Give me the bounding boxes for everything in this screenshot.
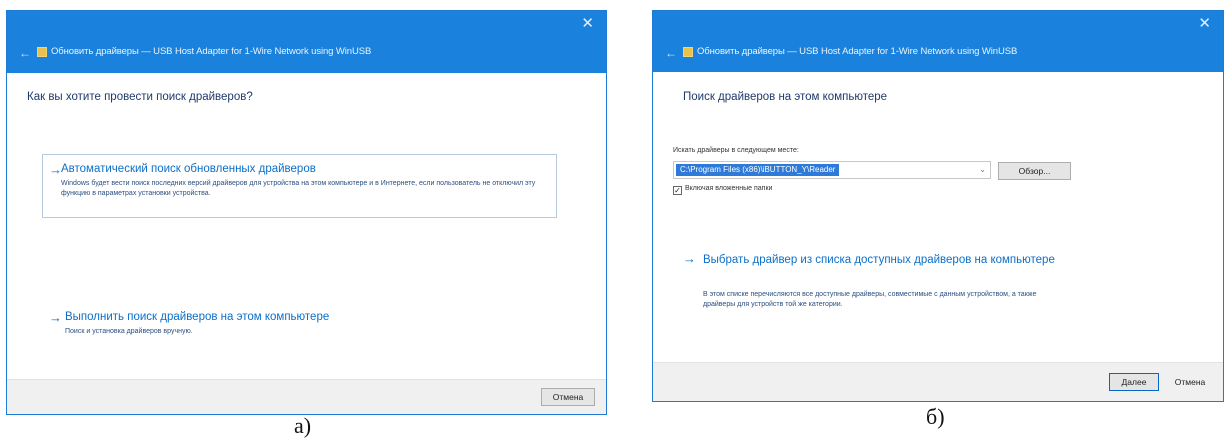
device-icon	[37, 47, 47, 57]
cancel-button[interactable]: Отмена	[1165, 373, 1215, 391]
auto-search-description: Windows будет вести поиск последних верс…	[61, 180, 536, 197]
dialog-b-window: ✕ ← Обновить драйверы — USB Host Adapter…	[652, 10, 1224, 402]
back-arrow-icon[interactable]: ←	[19, 47, 31, 59]
dialog-b-titlebar: ✕ ← Обновить драйверы — USB Host Adapter…	[653, 11, 1223, 72]
dialog-b-footer: Далее Отмена	[653, 362, 1223, 401]
window-title: Обновить драйверы — USB Host Adapter for…	[51, 46, 372, 57]
page-heading: Как вы хотите провести поиск драйверов?	[27, 91, 253, 103]
caption-b: б)	[926, 404, 945, 429]
path-combobox[interactable]: C:\Program Files (x86)\iBUTTON_Y\Reader …	[673, 161, 991, 179]
arrow-right-icon: →	[683, 251, 696, 266]
close-icon[interactable]: ✕	[1198, 16, 1211, 31]
browse-button[interactable]: Обзор...	[998, 162, 1071, 180]
window-title: Обновить драйверы — USB Host Adapter for…	[697, 46, 1018, 57]
dialog-a-titlebar: ✕ ← Обновить драйверы — USB Host Adapter…	[7, 11, 606, 73]
dialog-a-window: ✕ ← Обновить драйверы — USB Host Adapter…	[6, 10, 607, 415]
search-location-label: Искать драйверы в следующем месте:	[673, 147, 799, 154]
pick-driver-option[interactable]: → Выбрать драйвер из списка доступных др…	[683, 252, 1103, 312]
dialog-a-footer: Отмена	[7, 379, 606, 414]
manual-search-option[interactable]: → Выполнить поиск драйверов на этом комп…	[49, 311, 559, 351]
include-subfolders-checkbox[interactable]: ✓	[673, 186, 682, 195]
back-arrow-icon[interactable]: ←	[665, 47, 677, 59]
path-value: C:\Program Files (x86)\iBUTTON_Y\Reader	[676, 164, 840, 176]
cancel-button[interactable]: Отмена	[541, 388, 595, 406]
manual-search-title: Выполнить поиск драйверов на этом компью…	[65, 311, 330, 323]
device-icon	[683, 47, 693, 57]
include-subfolders-label: Включая вложенные папки	[685, 185, 773, 192]
pick-driver-description: В этом списке перечисляются все доступны…	[703, 291, 1037, 308]
auto-search-title: Автоматический поиск обновленных драйвер…	[61, 163, 316, 175]
next-button[interactable]: Далее	[1109, 373, 1159, 391]
manual-search-description: Поиск и установка драйверов вручную.	[65, 328, 193, 335]
chevron-down-icon[interactable]: ⌄	[979, 165, 986, 174]
auto-search-option[interactable]: → Автоматический поиск обновленных драйв…	[42, 154, 557, 218]
page-heading: Поиск драйверов на этом компьютере	[683, 91, 888, 103]
pick-driver-title: Выбрать драйвер из списка доступных драй…	[703, 254, 1055, 266]
close-icon[interactable]: ✕	[581, 16, 594, 31]
caption-a: а)	[294, 413, 312, 438]
arrow-right-icon: →	[49, 310, 62, 325]
